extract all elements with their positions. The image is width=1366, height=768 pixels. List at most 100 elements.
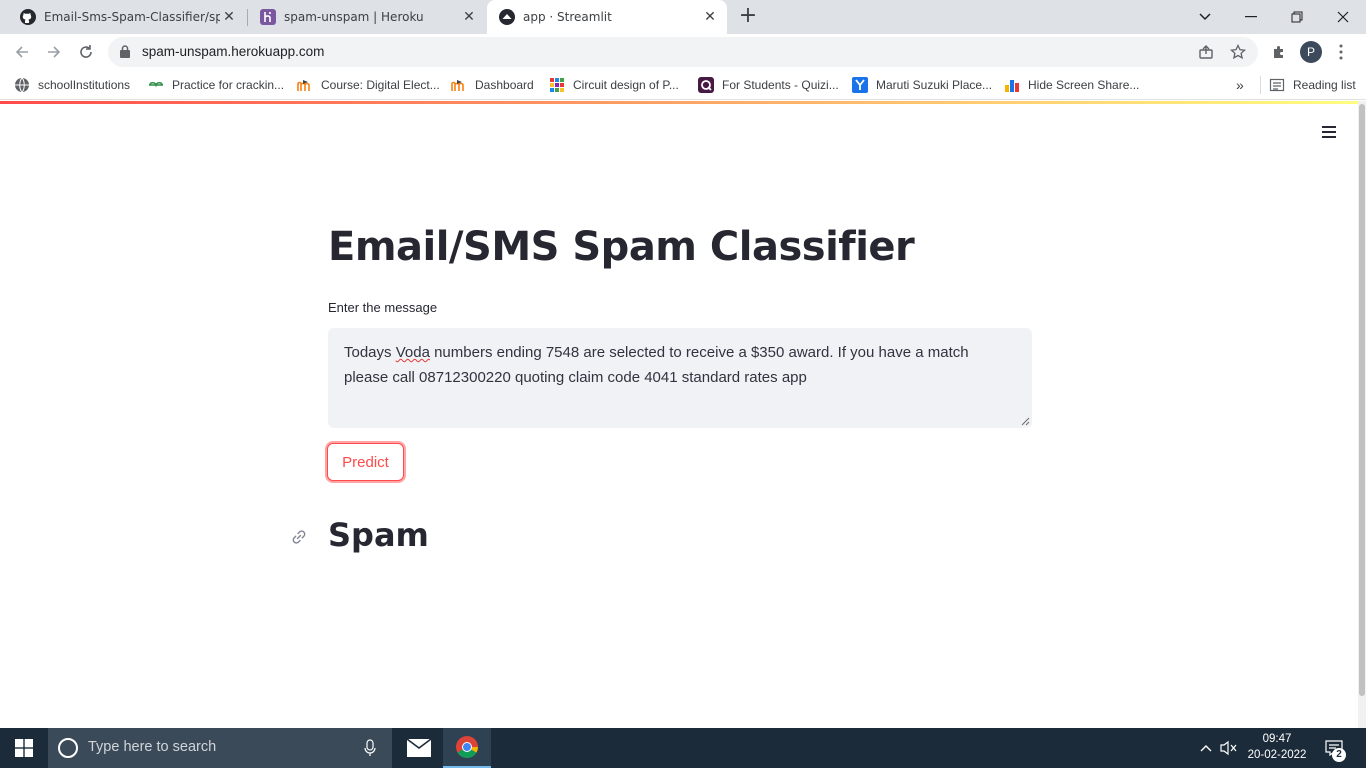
new-tab-button[interactable]: + <box>737 5 759 28</box>
prediction-result: Spam <box>328 516 429 554</box>
chevron-down-icon <box>1199 13 1211 21</box>
profile-avatar[interactable]: P <box>1300 41 1322 63</box>
message-text-part: Todays <box>344 344 396 361</box>
windows-logo-icon <box>15 739 33 757</box>
volume-button[interactable] <box>1218 728 1240 768</box>
chrome-icon <box>456 736 478 758</box>
search-placeholder: Type here to search <box>88 739 217 755</box>
tab-github[interactable]: Email-Sms-Spam-Classifier/spam ✕ <box>0 0 246 34</box>
bookmark-label: Maruti Suzuki Place... <box>876 78 993 92</box>
reload-icon <box>80 45 92 58</box>
clock-date: 20-02-2022 <box>1247 749 1307 761</box>
globe-icon <box>15 77 29 93</box>
forward-arrow-icon <box>48 46 61 58</box>
chart-icon <box>1005 80 1019 92</box>
page-title: Email/SMS Spam Classifier <box>328 224 915 270</box>
quizizz-icon <box>698 77 714 93</box>
taskbar-chrome-app[interactable] <box>443 728 491 768</box>
back-arrow-icon <box>15 46 28 58</box>
bookmark-label: Hide Screen Share... <box>1028 78 1140 92</box>
tab-streamlit[interactable]: app · Streamlit ✕ <box>487 0 727 34</box>
mail-icon <box>407 739 431 757</box>
windows-taskbar: Type here to search 09:47 20-02-2022 <box>0 728 1366 768</box>
bookmark-label: Course: Digital Elect... <box>321 78 440 92</box>
clock-time: 09:47 <box>1262 733 1292 745</box>
y-icon <box>852 77 868 93</box>
grid-icon <box>550 78 564 92</box>
puzzle-icon <box>1274 46 1283 58</box>
show-hidden-icons-button[interactable] <box>1196 728 1216 768</box>
github-icon <box>20 9 36 25</box>
more-vertical-icon <box>1339 44 1343 60</box>
restore-button[interactable] <box>1274 0 1320 34</box>
scrollbar-thumb[interactable] <box>1359 104 1365 696</box>
browser-toolbar: spam-unspam.herokuapp.com <box>0 34 1366 70</box>
minimize-icon <box>1245 16 1257 18</box>
bookmark-label: For Students - Quizi... <box>722 78 839 92</box>
close-window-button[interactable] <box>1320 0 1366 34</box>
reading-list-button[interactable]: Reading list <box>1260 76 1356 94</box>
close-icon <box>1337 11 1349 23</box>
share-icon[interactable] <box>1198 44 1214 60</box>
extensions-button[interactable] <box>1268 41 1290 63</box>
bookmark-item[interactable]: Hide Screen Share... <box>1004 76 1139 94</box>
close-tab-icon[interactable]: ✕ <box>462 10 476 24</box>
hamburger-icon <box>1322 126 1336 128</box>
bookmark-item[interactable]: Maruti Suzuki Place... <box>852 76 992 94</box>
bookmark-item[interactable]: schoolInstitutions <box>14 76 130 94</box>
speaker-muted-icon <box>1220 740 1237 756</box>
notification-count-badge: 2 <box>1332 748 1346 762</box>
taskbar-mail-app[interactable] <box>395 728 443 768</box>
heroku-icon <box>260 9 276 25</box>
forward-button[interactable] <box>42 40 66 64</box>
chevron-up-icon <box>1200 745 1212 752</box>
main-menu-button[interactable] <box>1322 126 1338 138</box>
close-tab-icon[interactable]: ✕ <box>703 10 717 24</box>
bookmark-label: Practice for crackin... <box>172 78 285 92</box>
url-text: spam-unspam.herokuapp.com <box>142 44 325 59</box>
tab-title: spam-unspam | Heroku <box>284 10 424 24</box>
bookmarks-overflow-button[interactable]: » <box>1236 76 1244 94</box>
bookmark-item[interactable]: Circuit design of P... <box>549 76 679 94</box>
close-tab-icon[interactable]: ✕ <box>222 10 236 24</box>
bookmark-item[interactable]: For Students - Quizi... <box>698 76 839 94</box>
lock-icon <box>120 45 130 58</box>
address-bar[interactable]: spam-unspam.herokuapp.com <box>108 37 1258 67</box>
resize-handle-icon[interactable] <box>1020 416 1030 426</box>
tab-heroku[interactable]: spam-unspam | Heroku ✕ <box>248 0 486 34</box>
tab-search-button[interactable] <box>1182 0 1228 34</box>
taskbar-search[interactable]: Type here to search <box>48 728 392 768</box>
bookmark-item[interactable]: Course: Digital Elect... <box>297 76 440 94</box>
gfg-icon <box>149 81 163 88</box>
chrome-menu-button[interactable] <box>1330 41 1352 63</box>
start-button[interactable] <box>0 728 48 768</box>
reading-list-icon <box>1269 78 1285 92</box>
reload-button[interactable] <box>74 40 98 64</box>
anchor-link-icon[interactable] <box>290 528 308 546</box>
back-button[interactable] <box>10 40 34 64</box>
cortana-icon <box>58 738 78 758</box>
bookmark-star-icon[interactable] <box>1230 44 1246 60</box>
system-clock[interactable]: 09:47 20-02-2022 <box>1240 731 1314 763</box>
misspelled-word: Voda <box>395 344 430 361</box>
tab-strip: Email-Sms-Spam-Classifier/spam ✕ spam-un… <box>0 0 1366 34</box>
moodle-icon <box>451 80 464 91</box>
message-textarea[interactable]: Todays Voda numbers ending 7548 are sele… <box>328 328 1032 428</box>
microphone-icon[interactable] <box>364 739 376 757</box>
bookmark-item[interactable]: Dashboard <box>451 76 534 94</box>
restore-icon <box>1291 11 1303 23</box>
bookmark-label: Circuit design of P... <box>573 78 679 92</box>
bookmark-label: Dashboard <box>475 78 534 92</box>
message-input-label: Enter the message <box>328 300 438 315</box>
bookmark-label: schoolInstitutions <box>38 78 131 92</box>
tab-title: app · Streamlit <box>523 10 612 24</box>
reading-list-label: Reading list <box>1293 78 1356 92</box>
predict-button[interactable]: Predict <box>327 443 404 481</box>
bookmark-item[interactable]: Practice for crackin... <box>148 76 284 94</box>
bookmarks-bar: schoolInstitutions Practice for crackin.… <box>0 70 1366 100</box>
tab-title: Email-Sms-Spam-Classifier/spam <box>44 10 220 24</box>
moodle-icon <box>297 80 310 91</box>
streamlit-icon <box>499 9 515 25</box>
minimize-button[interactable] <box>1228 0 1274 34</box>
message-text-part: numbers ending 7548 are selected to rece… <box>344 344 969 386</box>
